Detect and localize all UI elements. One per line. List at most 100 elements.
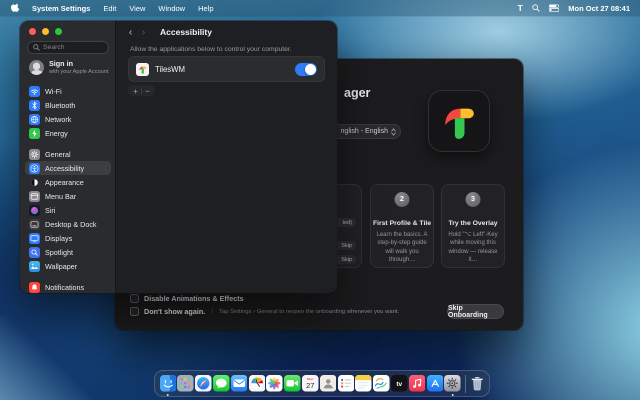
dock-mail-icon[interactable] — [230, 370, 248, 397]
apple-menu-icon[interactable] — [10, 3, 19, 14]
dock-reminders-icon[interactable] — [337, 370, 355, 397]
sidebar-item-general[interactable]: General — [25, 147, 111, 161]
sidebar-item-menu-bar[interactable]: Menu Bar — [25, 189, 111, 203]
spotlight-icon — [29, 247, 40, 258]
card-body: Learn the basics. A step-by-step guide w… — [375, 231, 429, 265]
close-button[interactable] — [29, 28, 36, 35]
minimize-button[interactable] — [42, 28, 49, 35]
disable-animations-label: Disable Animations & Effects — [144, 294, 244, 303]
menu-view[interactable]: View — [129, 4, 145, 13]
wallpaper-icon — [29, 261, 40, 272]
sidebar-group-1: General Accessibility Appearance Menu Bar Si… — [25, 147, 111, 273]
step-number-badge: 3 — [466, 192, 481, 207]
sidebar-item-accessibility[interactable]: Accessibility — [25, 161, 111, 175]
avatar — [29, 60, 44, 75]
dock-clock-icon[interactable] — [248, 370, 266, 397]
dock-messages-icon[interactable] — [212, 370, 230, 397]
dock-contacts-icon[interactable] — [319, 370, 337, 397]
skip-onboarding-button[interactable]: Skip Onboarding — [447, 304, 504, 319]
sidebar-item-siri[interactable]: Siri — [25, 203, 111, 217]
menu-edit[interactable]: Edit — [103, 4, 116, 13]
search-input[interactable]: Search — [27, 41, 109, 54]
sidebar-item-notifications[interactable]: Notifications — [25, 280, 111, 293]
sidebar-item-energy[interactable]: Energy — [25, 126, 111, 140]
sidebar-group-2: Notifications — [25, 280, 111, 293]
step-number-badge: 2 — [395, 192, 410, 207]
siri-icon — [29, 205, 40, 216]
dock-finder-icon[interactable] — [159, 370, 177, 397]
forward-button[interactable]: › — [137, 26, 150, 39]
sidebar-item-displays[interactable]: Displays — [25, 231, 111, 245]
onboarding-card-overlay: 3 Try the Overlay Hold "⌥ Left"-Key whil… — [441, 184, 505, 268]
skip-pill-1[interactable]: Skip — [334, 241, 356, 250]
disable-animations-checkbox[interactable] — [130, 294, 139, 303]
dont-show-again-label: Don't show again. — [144, 307, 205, 316]
tileswm-row-icon — [136, 63, 149, 76]
dock-notes-icon[interactable] — [355, 370, 373, 397]
card-title: Try the Overlay — [442, 220, 504, 227]
tileswm-status-item[interactable]: T — [518, 3, 524, 13]
spotlight-menu-icon[interactable] — [532, 4, 540, 12]
card-title: First Profile & Tile — [371, 220, 433, 227]
app-row-name: TilesWM — [155, 65, 185, 74]
dock-trash-icon[interactable] — [469, 370, 487, 397]
skip-pill-2[interactable]: Skip — [334, 255, 356, 264]
dock-settings-icon[interactable] — [444, 370, 462, 397]
control-center-icon[interactable] — [549, 4, 559, 12]
dock-tv-icon[interactable]: tv — [390, 370, 408, 397]
tileswm-toggle[interactable] — [295, 63, 317, 76]
dock-appstore-icon[interactable] — [426, 370, 444, 397]
menu-window[interactable]: Window — [158, 4, 185, 13]
sidebar-item-label: Wi-Fi — [45, 87, 62, 96]
onboarding-tip: Tap Settings › General to reopen the onb… — [219, 309, 399, 315]
sidebar-item-label: Accessibility — [45, 164, 84, 173]
settings-sidebar: Search Sign in with your Apple Account W… — [20, 21, 116, 293]
system-settings-window: Search Sign in with your Apple Account W… — [20, 21, 337, 293]
remove-app-button[interactable]: − — [142, 86, 153, 96]
energy-icon — [29, 128, 40, 139]
add-app-button[interactable]: + — [130, 86, 141, 96]
toggle-knob — [305, 64, 316, 75]
displays-icon — [29, 233, 40, 244]
back-button[interactable]: ‹ — [124, 26, 137, 39]
sign-in-row[interactable]: Sign in with your Apple Account — [29, 60, 108, 75]
general-icon — [29, 149, 40, 160]
pane-title: Accessibility — [160, 27, 212, 37]
dont-show-again-checkbox[interactable] — [130, 307, 139, 316]
zoom-button[interactable] — [55, 28, 62, 35]
pane-description: Allow the applications below to control … — [130, 46, 292, 53]
desktop: ager nglish - English ted) Skip Skip 2 F… — [0, 0, 640, 400]
settings-content-pane: ‹ › Accessibility Allow the applications… — [116, 21, 337, 293]
menu-bar-clock[interactable]: Mon Oct 27 08:41 — [568, 4, 630, 13]
sidebar-item-network[interactable]: Network — [25, 112, 111, 126]
sidebar-item-desktop-dock[interactable]: Desktop & Dock — [25, 217, 111, 231]
dock: Mon27 tv — [154, 370, 490, 397]
dock-launchpad-icon[interactable] — [177, 370, 195, 397]
svg-text:tv: tv — [396, 381, 402, 388]
network-icon — [29, 114, 40, 125]
app-menu[interactable]: System Settings — [32, 4, 90, 13]
dock-calendar-icon[interactable]: Mon27 — [301, 370, 319, 397]
sidebar-item-wi-fi[interactable]: Wi-Fi — [25, 84, 111, 98]
add-remove-controls: + − — [128, 85, 155, 96]
bluetooth-icon — [29, 100, 40, 111]
dock-music-icon[interactable] — [408, 370, 426, 397]
menubar-icon — [29, 191, 40, 202]
sidebar-item-wallpaper[interactable]: Wallpaper — [25, 259, 111, 273]
dock-facetime-icon[interactable] — [284, 370, 302, 397]
sidebar-item-label: Spotlight — [45, 248, 73, 257]
dock-photos-icon[interactable] — [266, 370, 284, 397]
navigation-buttons: ‹ › — [124, 26, 150, 39]
sidebar-item-appearance[interactable]: Appearance — [25, 175, 111, 189]
sidebar-item-label: Notifications — [45, 283, 84, 292]
dock-freeform-icon[interactable] — [373, 370, 391, 397]
sidebar-item-label: Siri — [45, 206, 55, 215]
dock-safari-icon[interactable] — [195, 370, 213, 397]
sidebar-item-label: Network — [45, 115, 71, 124]
sidebar-item-spotlight[interactable]: Spotlight — [25, 245, 111, 259]
onboarding-title-fragment: ager — [344, 86, 370, 100]
menu-help[interactable]: Help — [198, 4, 213, 13]
sidebar-group-0: Wi-Fi Bluetooth Network Energy — [25, 84, 111, 140]
sidebar-item-bluetooth[interactable]: Bluetooth — [25, 98, 111, 112]
sidebar-item-label: Appearance — [45, 178, 84, 187]
